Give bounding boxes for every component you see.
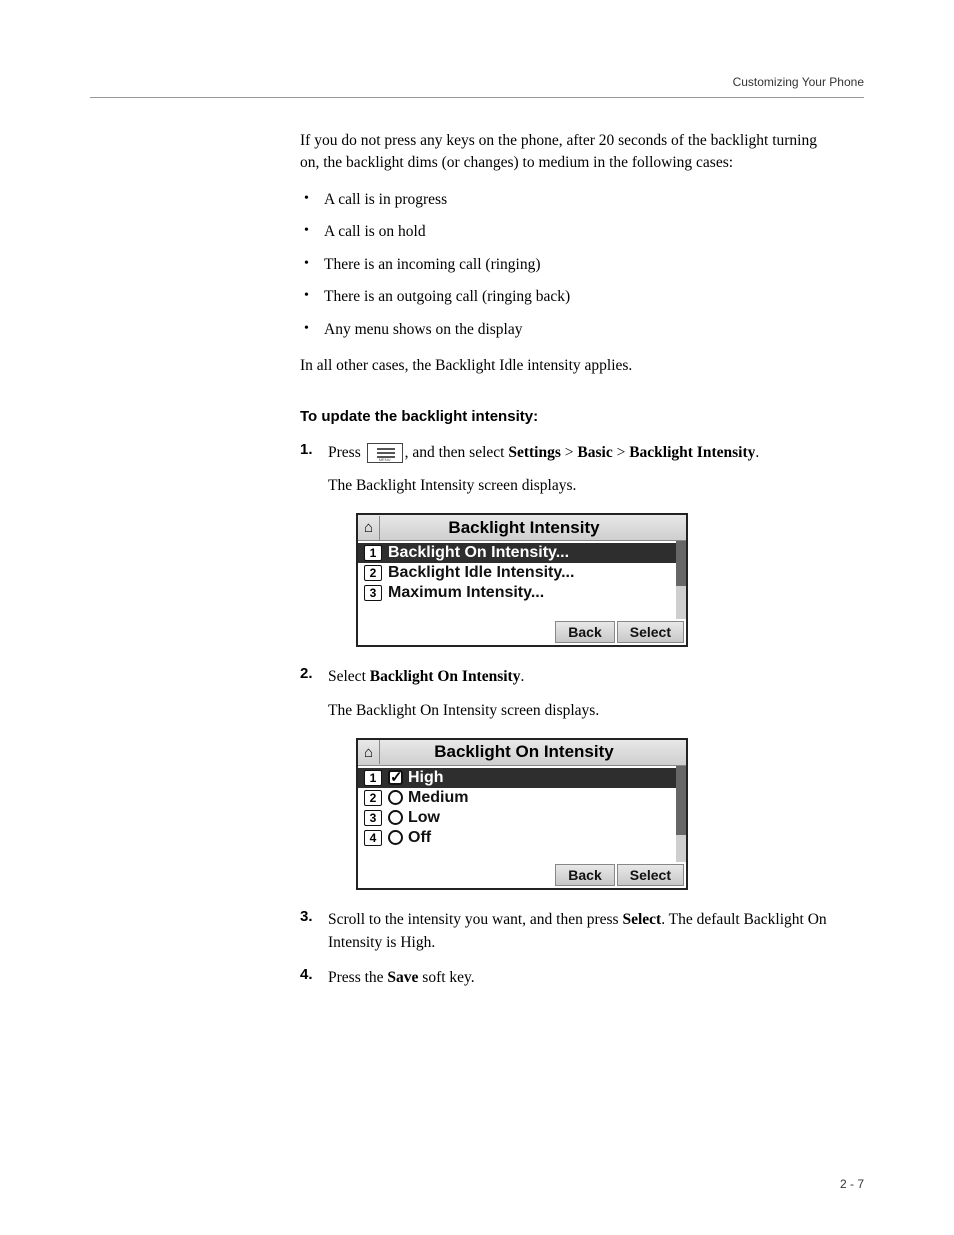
scrollbar[interactable] xyxy=(676,766,686,862)
screen-2-wrap: ⌂ Backlight On Intensity 1 High 2 Medium xyxy=(356,738,834,890)
screen-2-body: 1 High 2 Medium 3 Low xyxy=(358,766,686,862)
step-2-prefix: Select xyxy=(328,668,370,685)
row-label: Backlight Idle Intensity... xyxy=(388,564,574,582)
softkey-select[interactable]: Select xyxy=(617,864,684,886)
bullet-item: A call is in progress xyxy=(300,189,834,211)
row-label: Low xyxy=(408,809,440,827)
bullet-item: A call is on hold xyxy=(300,221,834,243)
header-rule xyxy=(90,97,864,98)
scroll-thumb[interactable] xyxy=(676,766,686,835)
scroll-thumb[interactable] xyxy=(676,541,686,586)
gt: > xyxy=(561,444,578,461)
radio-unchecked-icon xyxy=(388,810,403,825)
screen-2-footer: Back Select xyxy=(358,862,686,888)
screen-2-row-2[interactable]: 2 Medium xyxy=(358,788,686,808)
softkey-back[interactable]: Back xyxy=(555,621,614,643)
step-3: Scroll to the intensity you want, and th… xyxy=(300,908,834,955)
step-1: Press , and then select Settings > Basic… xyxy=(300,441,834,648)
row-number: 3 xyxy=(364,585,382,601)
step-1-text: Press , and then select Settings > Basic… xyxy=(328,441,834,464)
row-number: 4 xyxy=(364,830,382,846)
screen-2-row-4[interactable]: 4 Off xyxy=(358,828,686,848)
row-number: 1 xyxy=(364,545,382,561)
screen-2-row-3[interactable]: 3 Low xyxy=(358,808,686,828)
bullet-list: A call is in progress A call is on hold … xyxy=(300,189,834,341)
bullet-item: Any menu shows on the display xyxy=(300,319,834,341)
screen-1-row-2[interactable]: 2 Backlight Idle Intensity... xyxy=(358,563,686,583)
steps-list: Press , and then select Settings > Basic… xyxy=(300,441,834,990)
screen-2-title: Backlight On Intensity xyxy=(380,742,686,762)
step-4-text: Press the Save soft key. xyxy=(328,966,834,989)
row-number: 1 xyxy=(364,770,382,786)
screen-1-titlebar: ⌂ Backlight Intensity xyxy=(358,515,686,541)
step-2-bold: Backlight On Intensity xyxy=(370,668,521,685)
step-4-bold: Save xyxy=(387,969,418,986)
screen-1-row-1[interactable]: 1 Backlight On Intensity... xyxy=(358,543,686,563)
radio-checked-icon xyxy=(388,770,403,785)
intro-paragraph: If you do not press any keys on the phon… xyxy=(300,130,834,175)
row-label: Medium xyxy=(408,789,468,807)
screen-1-body: 1 Backlight On Intensity... 2 Backlight … xyxy=(358,541,686,619)
step-2: Select Backlight On Intensity. The Backl… xyxy=(300,665,834,890)
screen-backlight-intensity: ⌂ Backlight Intensity 1 Backlight On Int… xyxy=(356,513,688,647)
gt: > xyxy=(613,444,630,461)
screen-1-row-3[interactable]: 3 Maximum Intensity... xyxy=(358,583,686,603)
screen-2-titlebar: ⌂ Backlight On Intensity xyxy=(358,740,686,766)
step-3-prefix: Scroll to the intensity you want, and th… xyxy=(328,911,622,928)
row-number: 2 xyxy=(364,790,382,806)
step-1-prefix: Press xyxy=(328,444,365,461)
procedure-heading: To update the backlight intensity: xyxy=(300,408,834,425)
step-2-suffix: . xyxy=(520,668,524,685)
scrollbar[interactable] xyxy=(676,541,686,619)
bullet-item: There is an outgoing call (ringing back) xyxy=(300,286,834,308)
row-label: Backlight On Intensity... xyxy=(388,544,569,562)
path-basic: Basic xyxy=(577,444,612,461)
softkey-select[interactable]: Select xyxy=(617,621,684,643)
row-number: 3 xyxy=(364,810,382,826)
home-icon: ⌂ xyxy=(358,740,380,764)
radio-unchecked-icon xyxy=(388,830,403,845)
step-3-text: Scroll to the intensity you want, and th… xyxy=(328,908,834,955)
screen-backlight-on-intensity: ⌂ Backlight On Intensity 1 High 2 Medium xyxy=(356,738,688,890)
home-icon: ⌂ xyxy=(358,516,380,540)
screen-1-wrap: ⌂ Backlight Intensity 1 Backlight On Int… xyxy=(356,513,834,647)
row-label: Off xyxy=(408,829,431,847)
row-label: Maximum Intensity... xyxy=(388,584,544,602)
screen-2-row-1[interactable]: 1 High xyxy=(358,768,686,788)
page-number: 2 - 7 xyxy=(840,1177,864,1191)
page-header: Customizing Your Phone xyxy=(90,75,864,89)
step-1-mid: , and then select xyxy=(405,444,509,461)
step-4-suffix: soft key. xyxy=(418,969,474,986)
screen-1-title: Backlight Intensity xyxy=(380,518,686,538)
row-label: High xyxy=(408,769,444,787)
step-2-sub: The Backlight On Intensity screen displa… xyxy=(328,699,834,722)
row-number: 2 xyxy=(364,565,382,581)
step-4-prefix: Press the xyxy=(328,969,387,986)
step-3-bold: Select xyxy=(622,911,661,928)
step-1-suffix: . xyxy=(755,444,759,461)
radio-unchecked-icon xyxy=(388,790,403,805)
bullet-item: There is an incoming call (ringing) xyxy=(300,254,834,276)
step-2-text: Select Backlight On Intensity. xyxy=(328,665,834,688)
path-backlight: Backlight Intensity xyxy=(629,444,755,461)
main-content: If you do not press any keys on the phon… xyxy=(300,130,834,990)
step-4: Press the Save soft key. xyxy=(300,966,834,989)
path-settings: Settings xyxy=(508,444,561,461)
softkey-back[interactable]: Back xyxy=(555,864,614,886)
after-bullets-paragraph: In all other cases, the Backlight Idle i… xyxy=(300,355,834,377)
screen-1-footer: Back Select xyxy=(358,619,686,645)
step-1-sub: The Backlight Intensity screen displays. xyxy=(328,474,834,497)
menu-key-icon xyxy=(367,443,403,463)
